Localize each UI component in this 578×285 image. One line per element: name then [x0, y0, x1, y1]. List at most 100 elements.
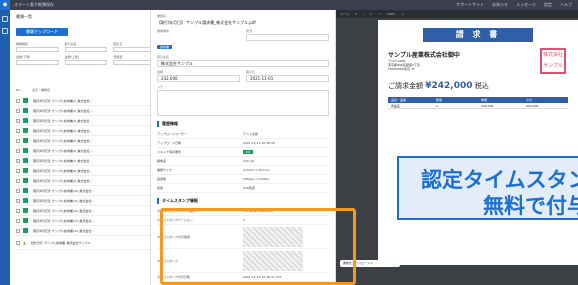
table-row[interactable]: 【取引年月日】サンプル請求書(12_株式会社...	[16, 206, 156, 216]
zoom-level[interactable]: 100%	[387, 12, 396, 16]
row-title[interactable]: 【取引年月日】サンプル請求書(11_株式会社...	[31, 199, 94, 203]
row-checkbox[interactable]	[16, 168, 20, 173]
row-checkbox[interactable]	[16, 158, 20, 163]
field-label: 状況	[246, 29, 253, 33]
table-row[interactable]: 【取引年月日】サンプル請求書(2_株式会社...	[16, 106, 156, 116]
row-checkbox[interactable]	[16, 240, 20, 245]
amount-field[interactable]: 242,000	[157, 75, 240, 82]
row-title[interactable]: 【取引年月日】サンプル請求書(5_株式会社...	[31, 139, 92, 143]
pdf-icon	[23, 98, 28, 103]
app-logo[interactable]: ◆	[0, 0, 10, 10]
document-icon[interactable]	[2, 16, 8, 22]
row-checkbox[interactable]	[16, 148, 20, 153]
table-row[interactable]: ▲ 【送付済】サンプル請求書_株式会社サンプル	[16, 236, 156, 250]
filter-input[interactable]	[16, 60, 59, 65]
row-title[interactable]: 【取引年月日】サンプル請求書(12_株式会社...	[31, 209, 94, 213]
table-row[interactable]: 【取引年月日】サンプル請求書(5_株式会社...	[16, 136, 156, 146]
row-checkbox[interactable]	[16, 178, 20, 183]
support-link[interactable]: サポートサイト	[456, 2, 484, 8]
table-row[interactable]: 【取引年月日】サンプル請求書(10_株式会社...	[16, 186, 156, 196]
file-name: 【取引年月日】 サンプル請求書_株式会社サンプル.pdf	[157, 20, 256, 25]
col-header[interactable]: No.	[16, 88, 26, 92]
table-row[interactable]: 【取引年月日】サンプル請求書(1_株式会社...	[16, 96, 156, 106]
row-title[interactable]: 【取引年月日】サンプル請求書(3_株式会社...	[31, 119, 92, 123]
row-title[interactable]: 【取引年月日】サンプル請求書(6_株式会社...	[31, 149, 92, 153]
filter-input[interactable]	[16, 47, 59, 52]
field-label: 書類種別	[157, 29, 170, 33]
row-checkbox[interactable]	[16, 128, 20, 133]
col-header: 品目・品番	[391, 98, 407, 102]
table-row[interactable]: 【取引年月日】サンプル請求書(13_株式会社...	[16, 216, 156, 226]
row-title[interactable]: 【取引年月日】サンプル請求書(4_株式会社...	[31, 129, 92, 133]
table-row[interactable]: 【取引年月日】サンプル請求書(8_株式会社...	[16, 166, 156, 176]
viewer-toolbar: ページ 1 / 1 ー 100% ＋	[336, 10, 578, 18]
cell: 220,000	[481, 103, 494, 108]
row-checkbox[interactable]	[16, 218, 20, 223]
row-title[interactable]: 【取引年月日】サンプル請求書(2_株式会社...	[31, 109, 92, 113]
zoom-out-button[interactable]: ー	[378, 12, 381, 16]
document-table: 【取引年月日】サンプル請求書(1_株式会社... 【取引年月日】サンプル請求書(2…	[16, 96, 156, 250]
status-select[interactable]	[246, 34, 329, 41]
filter-label: 取引先名	[64, 42, 77, 46]
date-field[interactable]: 2021-11-01	[246, 75, 329, 82]
row-checkbox[interactable]	[16, 228, 20, 233]
col-header: 数量	[436, 98, 443, 102]
doc-type-badge[interactable]: 請求書	[157, 45, 173, 49]
col-header[interactable]: 表示・書類名	[32, 88, 50, 92]
kv-key: アップロードユーザー	[157, 132, 187, 136]
table-row[interactable]: 【取引年月日】サンプル請求書(4_株式会社...	[16, 126, 156, 136]
row-title[interactable]: 【送付済】サンプル請求書_株式会社サンプル	[29, 241, 90, 245]
promo-line-2: 無料で付与	[483, 194, 578, 218]
row-checkbox[interactable]	[16, 208, 20, 213]
row-title[interactable]: 【取引年月日】サンプル請求書(13_株式会社...	[31, 219, 94, 223]
message-link[interactable]: メッセージ	[516, 2, 536, 8]
field-label: 書類名	[157, 14, 167, 18]
memo-field[interactable]	[157, 90, 329, 116]
pdf-icon	[23, 118, 28, 123]
history-row: 解像度 200 dpi	[157, 157, 329, 166]
filter-label: 金額(上限)	[64, 55, 80, 59]
cell: 商品名	[391, 103, 401, 108]
kv-value: テスト太郎	[243, 132, 259, 136]
page-number[interactable]: 1	[355, 12, 357, 16]
total-amount: ¥242,000	[425, 81, 473, 91]
history-row: 階調 256階調	[157, 184, 329, 193]
table-row[interactable]: 【取引年月日】サンプル請求書(6_株式会社...	[16, 146, 156, 156]
table-row[interactable]: 【取引年月日】サンプル請求書(11_株式会社...	[16, 196, 156, 206]
row-checkbox[interactable]	[16, 188, 20, 193]
col-header: 小計	[526, 98, 533, 102]
filter-input[interactable]	[64, 47, 108, 52]
row-title[interactable]: 【取引年月日】サンプル請求書(14_株式会社...	[31, 229, 94, 233]
client-field[interactable]: 株式会社サンプル	[157, 60, 329, 67]
row-title[interactable]: 【取引年月日】サンプル請求書(9_株式会社...	[31, 179, 92, 183]
row-checkbox[interactable]	[16, 138, 20, 143]
zoom-in-button[interactable]: ＋	[401, 12, 404, 16]
pdf-icon	[23, 218, 28, 223]
row-checkbox[interactable]	[16, 98, 20, 103]
invoice-table: 品目・品番 数量 単価 小計 商品名 1 220,000 220,000	[388, 97, 568, 109]
row-title[interactable]: 【取引年月日】サンプル請求書(10_株式会社...	[31, 189, 94, 193]
row-checkbox[interactable]	[16, 108, 20, 113]
row-title[interactable]: 【取引年月日】サンプル請求書(1_株式会社...	[31, 99, 92, 103]
row-checkbox[interactable]	[16, 198, 20, 203]
table-row[interactable]: 【取引年月日】サンプル請求書(7_株式会社...	[16, 156, 156, 166]
settings-link[interactable]: 設定	[544, 2, 552, 8]
folder-icon[interactable]	[2, 28, 8, 34]
cell: 1	[436, 103, 438, 108]
kv-key: 画素数	[157, 177, 167, 181]
upload-button[interactable]: 書類アップロード	[16, 28, 68, 36]
filter-input[interactable]	[64, 60, 108, 65]
table-row[interactable]: 【取引年月日】サンプル請求書(3_株式会社...	[16, 116, 156, 126]
row-title[interactable]: 【取引年月日】サンプル請求書(7_株式会社...	[31, 159, 92, 163]
help-link[interactable]: ヘルプ	[560, 2, 572, 8]
row-title[interactable]: 【取引年月日】サンプル請求書(8_株式会社...	[31, 169, 92, 173]
kv-value: 256階調	[243, 186, 255, 190]
table-row[interactable]: 【取引年月日】サンプル請求書(9_株式会社...	[16, 176, 156, 186]
app-window: ◆ スマート電子帳簿保存 サポートサイト お知らせ メッセージ 設定 ヘルプ 書…	[0, 0, 578, 285]
table-row[interactable]: 【取引年月日】サンプル請求書(14_株式会社...	[16, 226, 156, 236]
notice-link[interactable]: お知らせ	[492, 2, 508, 8]
total-suffix: 税込	[474, 82, 489, 90]
row-checkbox[interactable]	[16, 118, 20, 123]
col-header: 単価	[481, 98, 488, 102]
invoice-title: 請 求 書	[423, 28, 533, 42]
